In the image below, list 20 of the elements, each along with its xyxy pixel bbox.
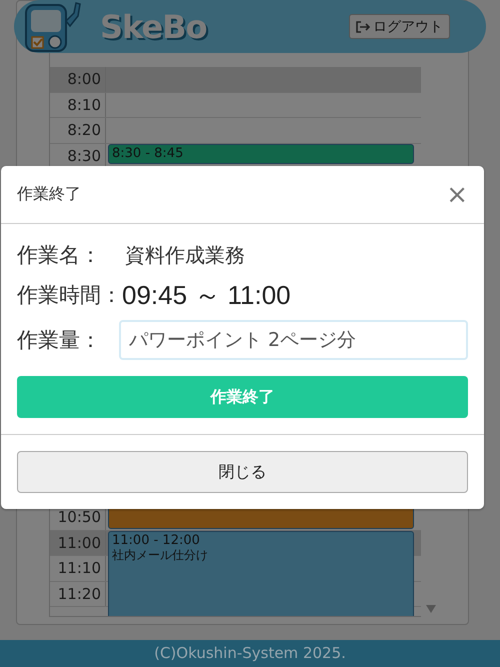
time-label: 8:00: [50, 67, 106, 92]
modal-title: 作業終了: [17, 184, 81, 205]
logo-text: SkeBo: [100, 8, 207, 46]
field-label: 作業名：: [17, 242, 102, 269]
time-label: 11:20: [50, 582, 106, 606]
copyright-text: (C)Okushin-System 2025.: [154, 644, 346, 662]
time-label: 8:20: [50, 118, 106, 142]
field-label: 作業量：: [17, 327, 101, 354]
time-label: 8:10: [50, 92, 106, 117]
field-label: 作業時間：: [17, 282, 122, 309]
input-field[interactable]: パワーポイント 2ページ分: [119, 320, 468, 360]
calendar-event[interactable]: 8:30 - 8:45: [108, 144, 414, 164]
close-button[interactable]: 閉じる: [17, 451, 468, 493]
time-label: 11:00: [50, 530, 106, 555]
time-label: 11:10: [50, 556, 106, 580]
time-range-text: 09:45 ～ 11:00: [122, 278, 291, 312]
logout-icon: [356, 20, 370, 32]
calendar-event[interactable]: 11:00 - 12:00 社内メール仕分け: [108, 530, 414, 616]
logout-button[interactable]: ログアウト: [349, 14, 450, 39]
task-name-text: 資料作成業務: [125, 242, 245, 268]
